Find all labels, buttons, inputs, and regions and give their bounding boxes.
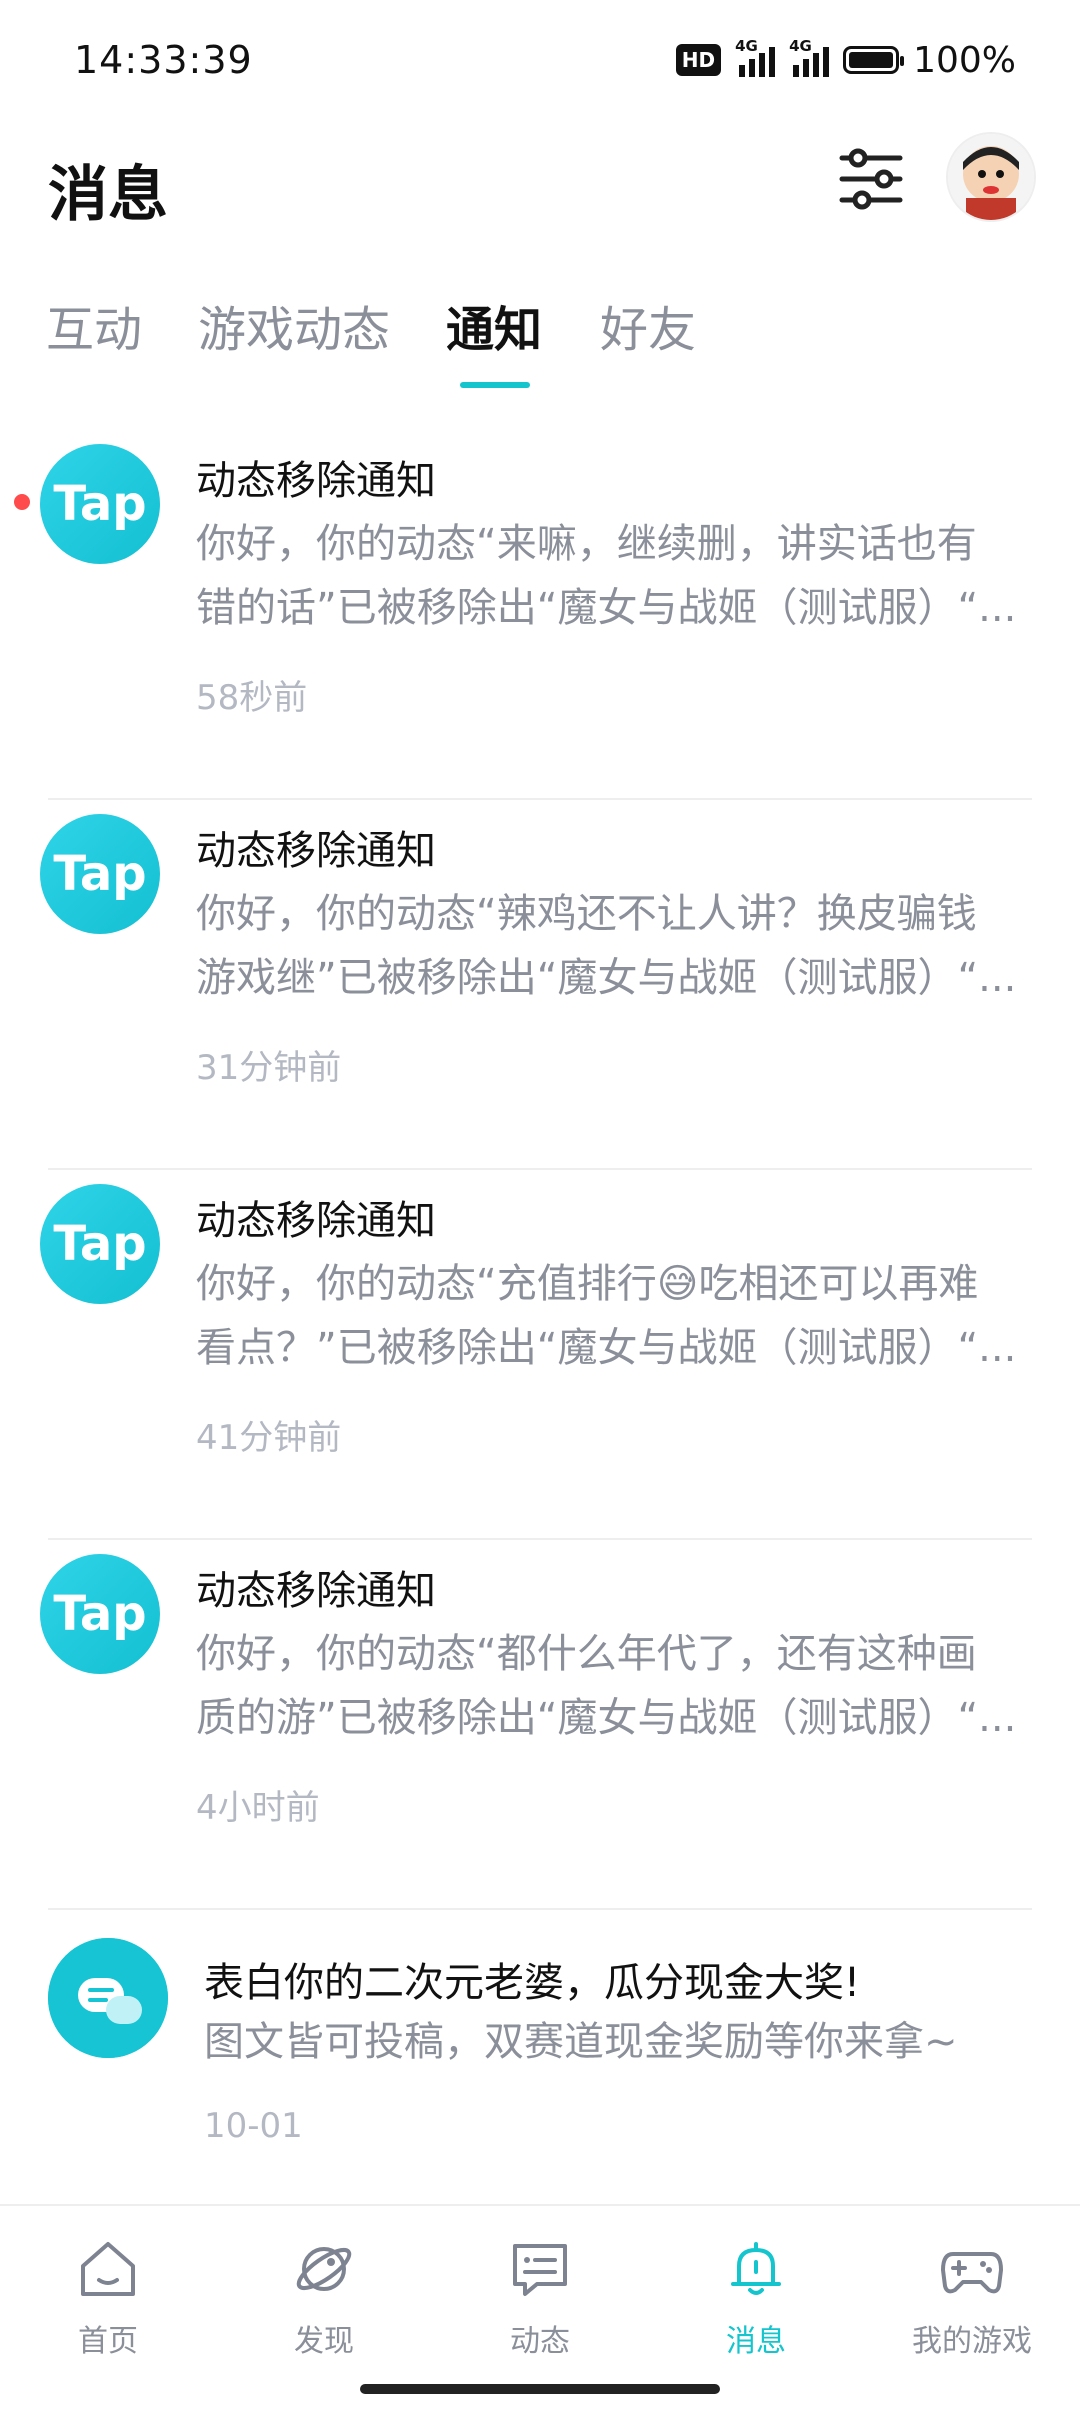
nav-home[interactable]: 首页 xyxy=(0,2206,216,2376)
tab-notifications[interactable]: 通知 xyxy=(446,290,542,360)
tab-game-updates[interactable]: 游戏动态 xyxy=(198,290,390,360)
notification-time: 41分钟前 xyxy=(196,1418,342,1458)
tab-interaction[interactable]: 互动 xyxy=(46,290,142,360)
filter-settings-button[interactable] xyxy=(836,144,906,214)
avatar-image xyxy=(948,134,1034,220)
notification-line: 你好，你的动态“辣鸡还不让人讲？换皮骗钱 xyxy=(196,891,977,937)
list-item[interactable]: Tap 动态移除通知 你好，你的动态“辣鸡还不让人讲？换皮骗钱 游戏继”已被移除… xyxy=(0,800,1080,1170)
tab-bar: 互动 游戏动态 通知 好友 xyxy=(0,290,1080,400)
notification-line: 你好，你的动态“充值排行😅吃相还可以再难 xyxy=(196,1261,979,1307)
bell-icon xyxy=(723,2236,789,2306)
nav-label: 消息 xyxy=(726,2324,786,2359)
nav-moments[interactable]: 动态 xyxy=(432,2206,648,2376)
notification-title: 动态移除通知 xyxy=(196,458,436,504)
tap-logo-icon: Tap xyxy=(40,1184,160,1304)
home-icon xyxy=(75,2236,141,2306)
header: 消息 xyxy=(0,130,1080,240)
nav-label: 发现 xyxy=(294,2324,354,2359)
list-item[interactable]: 表白你的二次元老婆，瓜分现金大奖! 图文皆可投稿，双赛道现金奖励等你来拿~ 10… xyxy=(0,1910,1080,2216)
tap-logo-icon: Tap xyxy=(40,444,160,564)
list-item[interactable]: Tap 动态移除通知 你好，你的动态“都什么年代了，还有这种画 质的游”已被移除… xyxy=(0,1540,1080,1910)
chat-icon xyxy=(507,2236,573,2306)
notification-time: 31分钟前 xyxy=(196,1048,342,1088)
nav-discover[interactable]: 发现 xyxy=(216,2206,432,2376)
list-item[interactable]: Tap 动态移除通知 你好，你的动态“来嘛，继续删，讲实话也有 错的话”已被移除… xyxy=(0,430,1080,800)
list-item[interactable]: Tap 动态移除通知 你好，你的动态“充值排行😅吃相还可以再难 看点？”已被移除… xyxy=(0,1170,1080,1540)
nav-my-games[interactable]: 我的游戏 xyxy=(864,2206,1080,2376)
nav-label: 我的游戏 xyxy=(912,2324,1032,2359)
gamepad-icon xyxy=(939,2236,1005,2306)
notification-time: 4小时前 xyxy=(196,1788,320,1828)
notification-body: 你好，你的动态“充值排行😅吃相还可以再难 看点？”已被移除出“魔女与战姬（测试服… xyxy=(196,1252,1026,1380)
notification-line: 质的游”已被移除出“魔女与战姬（测试服）“... xyxy=(196,1695,1017,1741)
page-title: 消息 xyxy=(48,160,168,230)
signal-icon: 4G xyxy=(789,37,830,77)
notification-title: 表白你的二次元老婆，瓜分现金大奖! xyxy=(204,1960,861,2006)
tap-logo-icon: Tap xyxy=(40,814,160,934)
battery-icon xyxy=(843,46,905,74)
signal-icon: 4G xyxy=(735,37,776,77)
status-icons: HD 4G 4G 100% xyxy=(675,37,1016,81)
nav-messages[interactable]: 消息 xyxy=(648,2206,864,2376)
status-time: 14:33:39 xyxy=(74,38,253,82)
notification-line: 图文皆可投稿，双赛道现金奖励等你来拿~ xyxy=(204,2019,958,2065)
notification-list: Tap 动态移除通知 你好，你的动态“来嘛，继续删，讲实话也有 错的话”已被移除… xyxy=(0,430,1080,2216)
tab-friends[interactable]: 好友 xyxy=(600,290,696,360)
hd-icon: HD xyxy=(675,44,722,76)
active-tab-indicator xyxy=(460,382,530,388)
notification-title: 动态移除通知 xyxy=(196,1568,436,1614)
unread-dot xyxy=(14,494,30,510)
planet-icon xyxy=(291,2236,357,2306)
nav-label: 首页 xyxy=(78,2324,138,2359)
avatar[interactable] xyxy=(946,132,1036,222)
chat-bubble-icon xyxy=(48,1938,168,2058)
bottom-nav: 首页 发现 动态 消息 我的游戏 xyxy=(0,2204,1080,2376)
notification-line: 错的话”已被移除出“魔女与战姬（测试服）“... xyxy=(196,585,1017,631)
notification-time: 58秒前 xyxy=(196,678,308,718)
status-bar: 14:33:39 HD 4G 4G 100% xyxy=(0,0,1080,120)
notification-body: 你好，你的动态“辣鸡还不让人讲？换皮骗钱 游戏继”已被移除出“魔女与战姬（测试服… xyxy=(196,882,1026,1010)
notification-line: 看点？”已被移除出“魔女与战姬（测试服）“... xyxy=(196,1325,1017,1371)
sliders-icon xyxy=(839,148,903,210)
notification-title: 动态移除通知 xyxy=(196,828,436,874)
home-indicator[interactable] xyxy=(360,2384,720,2394)
nav-label: 动态 xyxy=(510,2324,570,2359)
notification-time: 10-01 xyxy=(204,2106,303,2146)
notification-line: 你好，你的动态“都什么年代了，还有这种画 xyxy=(196,1631,977,1677)
notification-line: 游戏继”已被移除出“魔女与战姬（测试服）“... xyxy=(196,955,1017,1001)
notification-title: 动态移除通知 xyxy=(196,1198,436,1244)
notification-line: 你好，你的动态“来嘛，继续删，讲实话也有 xyxy=(196,521,977,567)
notification-body: 你好，你的动态“来嘛，继续删，讲实话也有 错的话”已被移除出“魔女与战姬（测试服… xyxy=(196,512,1026,640)
battery-level: 100% xyxy=(913,39,1016,81)
tap-logo-icon: Tap xyxy=(40,1554,160,1674)
notification-body: 你好，你的动态“都什么年代了，还有这种画 质的游”已被移除出“魔女与战姬（测试服… xyxy=(196,1622,1026,1750)
notification-body: 图文皆可投稿，双赛道现金奖励等你来拿~ xyxy=(204,2010,1034,2074)
